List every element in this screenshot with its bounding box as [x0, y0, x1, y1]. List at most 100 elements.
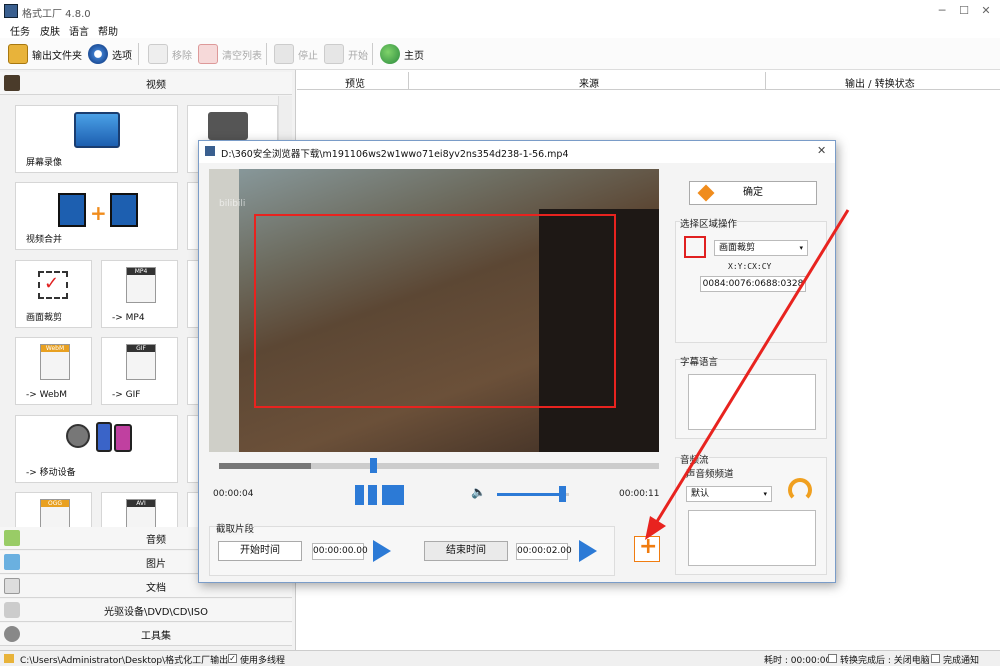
stop-playback-button[interactable] — [382, 485, 404, 505]
menu-skin[interactable]: 皮肤 — [40, 23, 60, 38]
dialog-close-icon[interactable]: ✕ — [817, 144, 826, 157]
video-watermark: bilibili — [219, 199, 246, 209]
category-tools-label: 工具集 — [141, 630, 171, 642]
remove-button[interactable]: 移除 — [148, 44, 192, 64]
category-disc[interactable]: 光驱设备\DVD\CD\ISO — [0, 599, 292, 622]
start-label: 开始 — [348, 50, 368, 62]
clear-list-button[interactable]: 清空列表 — [198, 44, 262, 64]
tile-ogg[interactable]: OGG — [15, 492, 92, 529]
confirm-button[interactable]: 确定 — [689, 181, 817, 205]
start-time-field[interactable]: 00:00:00.00 — [312, 543, 368, 560]
region-mode-select[interactable]: 画面裁剪 ▾ — [714, 240, 808, 256]
volume-fill — [497, 493, 562, 496]
column-output-status[interactable]: 输出 / 转换状态 — [845, 75, 915, 90]
pause-button[interactable] — [355, 485, 377, 505]
minimize-button[interactable]: ─ — [932, 2, 952, 20]
category-video[interactable]: 视频 — [0, 72, 292, 95]
remove-label: 移除 — [172, 50, 192, 62]
folder-icon — [8, 44, 28, 64]
menu-help[interactable]: 帮助 — [98, 23, 118, 38]
notify-checkbox[interactable] — [931, 654, 940, 663]
coord-field[interactable]: 0084:0076:0688:0328 — [700, 276, 806, 292]
end-time-field[interactable]: 00:00:02.00 — [516, 543, 572, 560]
menu-task[interactable]: 任务 — [10, 23, 30, 38]
subtitle-list[interactable] — [688, 374, 816, 430]
start-icon — [324, 44, 344, 64]
film-icon — [4, 75, 20, 91]
tile-mobile[interactable]: -> 移动设备 — [15, 415, 178, 483]
play-to-end-icon[interactable] — [579, 540, 597, 562]
task-table-header: 预览 来源 输出 / 转换状态 — [297, 72, 1000, 90]
stop-button[interactable]: 停止 — [274, 44, 318, 64]
seek-thumb[interactable] — [370, 458, 377, 473]
disc-drive-icon — [4, 602, 20, 618]
tile-label: 视频合并 — [26, 235, 63, 245]
add-clip-button[interactable]: + — [634, 534, 660, 562]
title-bar: 格式工厂 4.8.0 ─ ☐ ✕ — [0, 0, 1000, 22]
column-source[interactable]: 来源 — [579, 75, 599, 90]
webm-file-icon: WebM — [40, 344, 70, 380]
ogg-file-icon: OGG — [40, 499, 70, 529]
start-time-button[interactable]: 开始时间 — [218, 541, 302, 561]
audio-stream-group: 音频流 声音频频道 默认 ▾ — [675, 452, 827, 575]
region-mode-value: 画面裁剪 — [719, 243, 756, 253]
stop-icon — [274, 44, 294, 64]
ogg-badge: OGG — [41, 500, 69, 507]
mp4-file-icon: MP4 — [126, 267, 156, 303]
output-path[interactable]: C:\Users\Administrator\Desktop\格式化工厂输出 — [20, 653, 228, 666]
volume-thumb[interactable] — [558, 486, 566, 502]
folder-icon — [4, 654, 14, 663]
toolbar: 输出文件夹 选项 移除 清空列表 停止 开始 主页 — [0, 38, 1000, 70]
close-button[interactable]: ✕ — [976, 2, 996, 20]
seek-bar[interactable] — [219, 463, 659, 469]
options-button[interactable]: 选项 — [88, 44, 132, 64]
pause-bar — [355, 485, 364, 505]
film-strip-icon — [58, 193, 86, 227]
multithread-checkbox[interactable]: ✓ — [228, 654, 237, 663]
audio-channel-label: 声音频频道 — [686, 469, 734, 480]
output-folder-button[interactable]: 输出文件夹 — [8, 44, 82, 64]
play-from-start-icon[interactable] — [373, 540, 391, 562]
elapsed-time: 耗时 : 00:00:00 — [764, 656, 832, 666]
tile-screen-record[interactable]: 屏幕录像 — [15, 105, 178, 173]
globe-icon — [380, 44, 400, 64]
menu-language[interactable]: 语言 — [69, 23, 89, 38]
plus-icon: + — [639, 534, 658, 559]
check-icon: ✓ — [44, 273, 60, 294]
region-ops-group: 选择区域操作 画面裁剪 ▾ X:Y:CX:CY 0084:0076:0688:0… — [675, 216, 827, 343]
gif-badge: GIF — [127, 345, 155, 352]
tile-mp4[interactable]: MP4 -> MP4 — [101, 260, 178, 328]
music-icon — [4, 530, 20, 546]
maximize-button[interactable]: ☐ — [954, 2, 974, 20]
dialog-title: D:\360安全浏览器下载\m191106ws2w1wwo71ei8yv2ns3… — [221, 149, 569, 160]
total-time: 00:00:11 — [619, 489, 660, 499]
volume-icon[interactable]: 🔈 — [471, 485, 486, 499]
end-time-button[interactable]: 结束时间 — [424, 541, 508, 561]
tile-gif[interactable]: GIF -> GIF — [101, 337, 178, 405]
home-button[interactable]: 主页 — [380, 44, 424, 64]
column-preview[interactable]: 预览 — [345, 75, 365, 90]
tile-avi[interactable]: AVI — [101, 492, 178, 529]
tile-video-merge[interactable]: + 视频合并 — [15, 182, 178, 250]
tile-webm[interactable]: WebM -> WebM — [15, 337, 92, 405]
audio-channel-value: 默认 — [691, 489, 710, 499]
stop-label: 停止 — [298, 50, 318, 62]
crop-dialog: D:\360安全浏览器下载\m191106ws2w1wwo71ei8yv2ns3… — [198, 140, 836, 583]
tile-label: 屏幕录像 — [26, 158, 63, 168]
crop-selection-rect[interactable] — [254, 214, 616, 408]
audio-channel-select[interactable]: 默认 ▾ — [686, 486, 772, 502]
category-tools[interactable]: 工具集 — [0, 623, 292, 646]
chevron-down-icon: ▾ — [799, 244, 803, 252]
notify-label: 完成通知 — [943, 656, 980, 666]
category-disc-label: 光驱设备\DVD\CD\ISO — [103, 606, 209, 618]
status-bar: C:\Users\Administrator\Desktop\格式化工厂输出 ✓… — [0, 650, 1000, 666]
audio-stream-list[interactable] — [688, 510, 816, 566]
options-label: 选项 — [112, 50, 132, 62]
phone-icon — [114, 424, 132, 452]
tile-crop[interactable]: ✓ 画面裁剪 — [15, 260, 92, 328]
gif-file-icon: GIF — [126, 344, 156, 380]
start-button[interactable]: 开始 — [324, 44, 368, 64]
video-preview[interactable]: bilibili — [209, 169, 659, 452]
chevron-down-icon: ▾ — [763, 490, 767, 498]
after-convert-checkbox[interactable] — [828, 654, 837, 663]
